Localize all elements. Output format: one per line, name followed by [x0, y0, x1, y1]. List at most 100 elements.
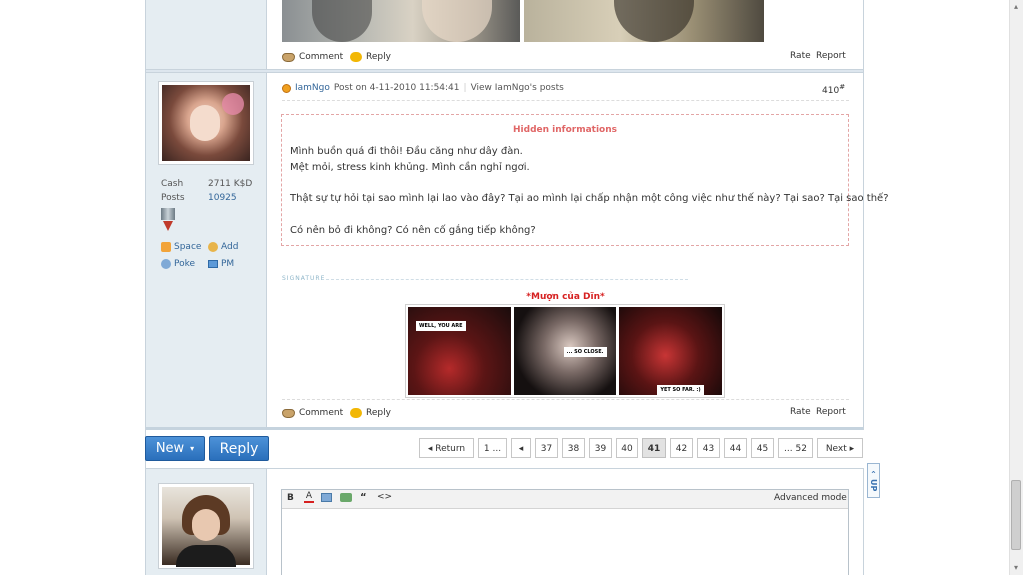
report-link[interactable]: Report: [816, 407, 846, 417]
author-link[interactable]: IamNgo: [295, 83, 330, 93]
comic-text-1: WELL, YOU ARE: [416, 321, 466, 331]
signature-label: SIGNATURE: [282, 275, 326, 282]
posts-label: Posts: [161, 193, 185, 203]
floor-suffix: #: [839, 83, 846, 91]
chevron-left-icon: ◂: [427, 444, 433, 454]
post-line-3: Thật sự tự hỏi tại sao mình lại lao vào …: [290, 193, 889, 204]
add-friend-link[interactable]: Add: [208, 242, 238, 252]
view-author-posts-link[interactable]: View IamNgo's posts: [471, 83, 564, 93]
rate-link[interactable]: Rate: [790, 407, 811, 417]
pm-label: PM: [221, 259, 235, 269]
page-43[interactable]: 43: [697, 438, 720, 458]
comment-button[interactable]: Comment: [282, 406, 343, 420]
chevron-left-icon: ◂: [518, 444, 524, 454]
top-photo-left: [282, 0, 520, 42]
medal-icon: [161, 208, 175, 233]
page-44[interactable]: 44: [724, 438, 747, 458]
page-38[interactable]: 38: [562, 438, 585, 458]
bold-button[interactable]: B: [287, 493, 294, 503]
signature-divider: [326, 279, 688, 281]
back-to-top-button[interactable]: ⌃ UP: [867, 463, 880, 498]
comic-panel-1: WELL, YOU ARE: [408, 307, 511, 395]
page-41-current[interactable]: 41: [642, 438, 666, 458]
post-line-2: Mệt mỏi, stress kinh khủng. Mình cần ngh…: [290, 162, 530, 173]
post-header: IamNgo Post on 4-11-2010 11:54:41 | View…: [282, 83, 564, 93]
add-friend-icon: [208, 242, 218, 252]
signature-caption: *Mượn của Dĩn*: [526, 292, 605, 302]
reply-label: Reply: [219, 440, 259, 457]
top-reply-button[interactable]: Reply: [350, 50, 391, 64]
header-divider: [282, 100, 849, 102]
my-avatar[interactable]: [158, 483, 254, 569]
editor-toolbar: [282, 490, 848, 509]
comic-text-2: ... SO CLOSE.: [563, 347, 607, 357]
link-icon[interactable]: [340, 493, 352, 502]
space-link[interactable]: Space: [161, 242, 201, 252]
comment-label: Comment: [299, 52, 344, 62]
space-label: Space: [174, 242, 202, 252]
comment-label: Comment: [299, 408, 344, 418]
thread-bottom-border: [146, 427, 863, 430]
reply-icon: [350, 52, 362, 62]
comic-text-3: YET SO FAR. :): [657, 385, 704, 395]
poke-icon: [161, 259, 171, 269]
posts-value[interactable]: 10925: [208, 193, 237, 203]
pm-link[interactable]: PM: [208, 259, 234, 269]
quote-icon[interactable]: “: [360, 492, 367, 503]
reply-icon: [350, 408, 362, 418]
reply-thread-button[interactable]: Reply: [209, 436, 269, 461]
reply-button[interactable]: Reply: [350, 406, 391, 420]
advanced-mode-link[interactable]: Advanced mode: [774, 493, 847, 503]
top-photo-right: [524, 0, 764, 42]
online-status-icon: [282, 83, 291, 93]
new-label: New: [155, 441, 185, 456]
page-40[interactable]: 40: [616, 438, 638, 458]
up-label: UP: [869, 478, 878, 492]
poke-link[interactable]: Poke: [161, 259, 195, 269]
floor-number[interactable]: 410#: [822, 83, 845, 96]
page-42[interactable]: 42: [670, 438, 693, 458]
return-button[interactable]: ◂ Return: [419, 438, 474, 458]
return-label: Return: [435, 444, 466, 454]
cash-value: 2711 K$D: [208, 179, 253, 189]
image-icon[interactable]: [321, 493, 332, 502]
new-thread-button[interactable]: New ▾: [145, 436, 205, 461]
next-page-button[interactable]: Next ▸: [817, 438, 863, 458]
code-icon[interactable]: <>: [377, 492, 392, 502]
chevron-right-icon: ▸: [849, 444, 855, 454]
actions-divider: [282, 399, 849, 401]
poke-label: Poke: [174, 259, 196, 269]
mail-icon: [208, 260, 218, 268]
prev-page-button[interactable]: ◂: [511, 438, 531, 458]
next-label: Next: [825, 444, 847, 454]
add-label: Add: [221, 242, 239, 252]
font-color-icon[interactable]: A: [304, 492, 314, 503]
chevron-down-icon: ▾: [190, 444, 195, 453]
right-border: [863, 0, 864, 430]
page-first[interactable]: 1 ...: [478, 438, 507, 458]
post-line-4: Có nên bỏ đi không? Có nên cố gắng tiếp …: [290, 225, 536, 236]
page-45[interactable]: 45: [751, 438, 774, 458]
comic-panel-2: ... SO CLOSE.: [513, 307, 617, 395]
scroll-down-icon[interactable]: ▾: [1011, 563, 1021, 573]
page-last[interactable]: ... 52: [778, 438, 813, 458]
comment-icon: [282, 408, 295, 418]
quick-reply-divider: [266, 469, 267, 575]
space-icon: [161, 242, 171, 252]
arrow-up-icon: ⌃: [870, 469, 877, 479]
top-rate-link[interactable]: Rate: [790, 51, 811, 61]
avatar[interactable]: [158, 81, 254, 165]
cash-label: Cash: [161, 179, 184, 189]
page-37[interactable]: 37: [535, 438, 558, 458]
top-comment-button[interactable]: Comment: [282, 50, 343, 64]
top-report-link[interactable]: Report: [816, 51, 846, 61]
signature-image: WELL, YOU ARE ... SO CLOSE. YET SO FAR. …: [405, 304, 725, 398]
scroll-up-icon[interactable]: ▴: [1011, 2, 1021, 12]
comic-panel-3: YET SO FAR. :): [619, 307, 723, 395]
post-line-1: Mình buồn quá đi thôi! Đầu căng như dây …: [290, 146, 523, 157]
post-date: Post on 4-11-2010 11:54:41: [333, 83, 460, 93]
comment-icon: [282, 52, 295, 62]
page-39[interactable]: 39: [589, 438, 612, 458]
scrollbar-thumb[interactable]: [1011, 480, 1021, 550]
reply-label: Reply: [366, 52, 391, 62]
